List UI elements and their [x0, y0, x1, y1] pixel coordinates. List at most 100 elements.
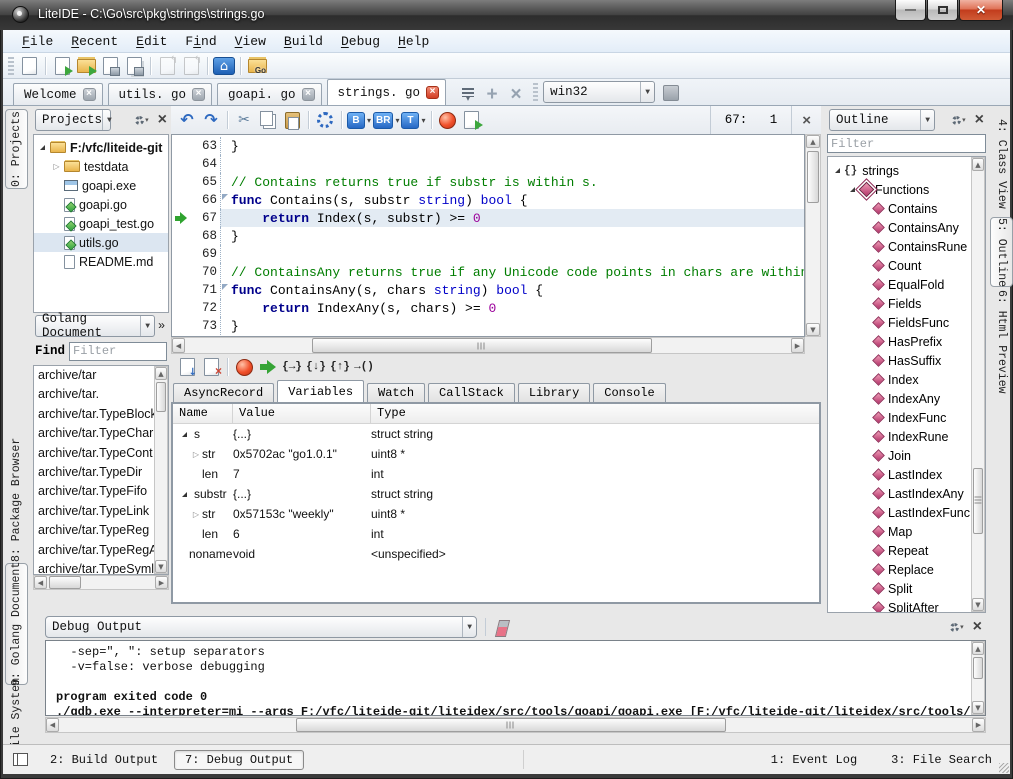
- menu-find[interactable]: Find: [176, 32, 225, 51]
- outline-item-hasprefix[interactable]: HasPrefix: [828, 332, 985, 351]
- doc-list-item[interactable]: archive/tar.TypeChar: [38, 426, 168, 445]
- expanded-arrow-icon[interactable]: [847, 187, 858, 192]
- scroll-down-icon[interactable]: ▼: [972, 701, 984, 714]
- build-target-select[interactable]: win32 ▼: [543, 81, 655, 103]
- scroll-left-icon[interactable]: ◀: [34, 576, 47, 589]
- output-view-select[interactable]: Debug Output ▼: [45, 616, 477, 638]
- outline-item-strings[interactable]: {}strings: [828, 161, 985, 180]
- side-tab-file-system[interactable]: File System: [5, 689, 28, 744]
- debug-tab-watch[interactable]: Watch: [367, 383, 425, 402]
- copy-icon[interactable]: [257, 109, 279, 131]
- menu-help[interactable]: Help: [389, 32, 438, 51]
- outline-vscrollbar[interactable]: ▲ ▼: [971, 157, 985, 612]
- side-tab-6-html-preview[interactable]: 6: Html Preview: [990, 292, 1013, 392]
- doc-list-vscrollbar[interactable]: ▲ ▼: [154, 366, 168, 574]
- side-tab-0-projects[interactable]: 0: Projects: [5, 109, 28, 189]
- tab-close-icon[interactable]: ×: [302, 88, 315, 101]
- doc-list-item[interactable]: archive/tar.TypeFifo: [38, 484, 168, 503]
- close-button[interactable]: ✕: [959, 0, 1003, 21]
- chevron-down-icon[interactable]: ▾: [395, 116, 399, 125]
- outline-item-count[interactable]: Count: [828, 256, 985, 275]
- document-view-select[interactable]: Golang Document ▼: [35, 315, 155, 337]
- debug-tab-asyncrecord[interactable]: AsyncRecord: [173, 383, 274, 402]
- tab-goapi-go[interactable]: goapi. go×: [217, 83, 322, 105]
- maximize-button[interactable]: [927, 0, 958, 21]
- variable-row[interactable]: substr{...}struct string: [173, 484, 819, 504]
- collapsed-arrow-icon[interactable]: ▷: [190, 450, 202, 459]
- start-debug-icon[interactable]: [437, 109, 459, 131]
- outline-item-lastindex[interactable]: LastIndex: [828, 465, 985, 484]
- cut-icon[interactable]: ✂: [233, 109, 255, 131]
- debug-tab-variables[interactable]: Variables: [277, 380, 364, 402]
- toggle-panel-icon[interactable]: [13, 753, 28, 766]
- expanded-arrow-icon[interactable]: [182, 432, 187, 437]
- stop-record-icon[interactable]: [200, 356, 222, 378]
- minimize-button[interactable]: —: [895, 0, 926, 21]
- menu-view[interactable]: View: [226, 32, 275, 51]
- undo-icon[interactable]: ↶: [176, 109, 198, 131]
- close-editor-icon[interactable]: ×: [792, 112, 821, 129]
- expanded-arrow-icon[interactable]: [37, 145, 48, 150]
- debug-tab-console[interactable]: Console: [593, 383, 665, 402]
- scroll-left-icon[interactable]: ◀: [172, 338, 185, 353]
- doc-list-item[interactable]: archive/tar.TypeRegA: [38, 543, 168, 562]
- outline-item-splitafter[interactable]: SplitAfter: [828, 598, 985, 613]
- step-out-icon[interactable]: {↑}: [329, 356, 351, 378]
- doc-list-item[interactable]: archive/tar.TypeSymlink: [38, 562, 168, 575]
- scroll-up-icon[interactable]: ▲: [972, 642, 984, 655]
- tab-strings-go[interactable]: strings. go×: [327, 79, 447, 105]
- project-tree-item[interactable]: utils.go: [34, 233, 168, 252]
- variable-row[interactable]: len7int: [173, 464, 819, 484]
- outline-view-select[interactable]: Outline ▼: [829, 109, 935, 131]
- editor-hscrollbar[interactable]: ◀ ▶: [171, 337, 805, 354]
- doc-list-item[interactable]: archive/tar: [38, 368, 168, 387]
- close-tab-icon[interactable]: [505, 83, 527, 105]
- outline-item-containsany[interactable]: ContainsAny: [828, 218, 985, 237]
- step-into-icon[interactable]: {↓}: [305, 356, 327, 378]
- scroll-left-icon[interactable]: ◀: [46, 718, 59, 732]
- outline-filter-input[interactable]: [827, 134, 986, 153]
- tab-close-icon[interactable]: ×: [192, 88, 205, 101]
- menu-edit[interactable]: Edit: [127, 32, 176, 51]
- scroll-down-icon[interactable]: ▼: [806, 323, 820, 336]
- doc-filter-input[interactable]: [69, 342, 167, 361]
- variable-row[interactable]: ▷str0x57153c "weekly"uint8 *: [173, 504, 819, 524]
- variable-row[interactable]: nonamevoid<unspecified>: [173, 544, 819, 564]
- save-file-icon[interactable]: [99, 55, 121, 77]
- new-file-icon[interactable]: [18, 55, 40, 77]
- doc-list-item[interactable]: archive/tar.TypeCont: [38, 446, 168, 465]
- collapsed-arrow-icon[interactable]: ▷: [190, 510, 202, 519]
- outline-item-lastindexany[interactable]: LastIndexAny: [828, 484, 985, 503]
- expanded-arrow-icon[interactable]: [832, 168, 843, 173]
- column-name[interactable]: Name: [173, 404, 233, 423]
- outline-item-indexany[interactable]: IndexAny: [828, 389, 985, 408]
- outline-item-index[interactable]: Index: [828, 370, 985, 389]
- variable-row[interactable]: ▷str0x5702ac "go1.0.1"uint8 *: [173, 444, 819, 464]
- scroll-down-icon[interactable]: ▼: [155, 560, 167, 573]
- home-icon[interactable]: [213, 57, 235, 75]
- tab-close-icon[interactable]: ×: [83, 88, 96, 101]
- tab-close-icon[interactable]: ×: [426, 86, 439, 99]
- new-tab-icon[interactable]: [481, 83, 503, 105]
- step-over-icon[interactable]: {→}: [281, 356, 303, 378]
- project-tree-item[interactable]: README.md: [34, 252, 168, 271]
- outline-item-map[interactable]: Map: [828, 522, 985, 541]
- debug-tab-library[interactable]: Library: [518, 383, 590, 402]
- output-vscrollbar[interactable]: ▲ ▼: [971, 641, 985, 715]
- outline-item-split[interactable]: Split: [828, 579, 985, 598]
- scroll-up-icon[interactable]: ▲: [806, 135, 820, 148]
- record-icon[interactable]: [176, 356, 198, 378]
- outline-item-contains[interactable]: Contains: [828, 199, 985, 218]
- continue-icon[interactable]: [257, 356, 279, 378]
- save-all-icon[interactable]: [123, 55, 145, 77]
- menu-debug[interactable]: Debug: [332, 32, 389, 51]
- doc-list-item[interactable]: archive/tar.: [38, 387, 168, 406]
- editor-vscrollbar[interactable]: ▲ ▼: [805, 134, 821, 337]
- outline-item-fields[interactable]: Fields: [828, 294, 985, 313]
- tab-utils-go[interactable]: utils. go×: [108, 83, 213, 105]
- build-config-icon[interactable]: [314, 109, 336, 131]
- run-to-cursor-icon[interactable]: →(): [353, 356, 375, 378]
- outline-item-repeat[interactable]: Repeat: [828, 541, 985, 560]
- project-tree-item[interactable]: F:/vfc/liteide-git: [34, 138, 168, 157]
- project-tree-item[interactable]: goapi.go: [34, 195, 168, 214]
